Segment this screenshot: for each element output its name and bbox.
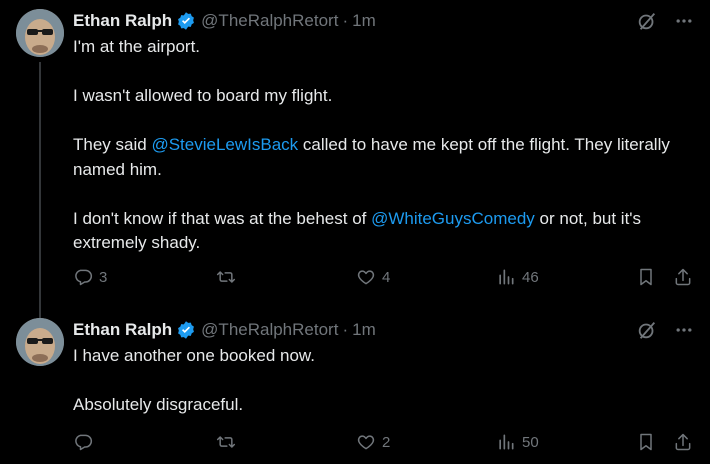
view-count: 50 [522, 433, 539, 451]
tweet-top-actions [636, 319, 694, 341]
reply-button[interactable] [73, 432, 99, 452]
tweet-text: I'm at the airport. I wasn't allowed to … [73, 35, 683, 256]
bookmark-icon [640, 433, 652, 451]
like-button[interactable]: 2 [356, 432, 390, 452]
tweet[interactable]: Ethan Ralph @TheRalphRetort · 1m I have … [0, 310, 710, 464]
repost-icon [216, 436, 236, 448]
view-count: 46 [522, 268, 539, 286]
more-icon[interactable] [674, 11, 694, 31]
share-icon [675, 268, 691, 286]
bookmark-icon [640, 268, 652, 286]
author-handle[interactable]: @TheRalphRetort [201, 11, 338, 31]
text-fragment: They said [73, 135, 152, 154]
like-icon [357, 435, 375, 450]
grok-icon[interactable] [636, 319, 658, 341]
like-icon [357, 270, 375, 285]
tweet-top-actions [636, 10, 694, 32]
views-icon [499, 434, 514, 450]
timestamp[interactable]: 1m [352, 320, 376, 340]
thread-line [39, 62, 41, 318]
reply-icon [75, 434, 93, 451]
tweet[interactable]: Ethan Ralph @TheRalphRetort · 1m I'm at … [0, 0, 710, 318]
like-button[interactable]: 4 [356, 267, 390, 287]
timestamp[interactable]: 1m [352, 11, 376, 31]
views-icon [499, 269, 514, 285]
views-button[interactable]: 46 [496, 267, 539, 287]
tweet-paragraph: I have another one booked now. [73, 346, 315, 365]
reply-count: 3 [99, 268, 108, 286]
tweet-actions: 3 4 46 [73, 267, 693, 291]
tweet-paragraph: I wasn't allowed to board my flight. [73, 86, 333, 105]
bookmark-button[interactable] [636, 432, 656, 452]
separator-dot: · [342, 320, 349, 339]
tweet-header: Ethan Ralph @TheRalphRetort · 1m [73, 10, 376, 32]
like-count: 4 [382, 268, 391, 286]
bookmark-button[interactable] [636, 267, 656, 287]
tweet-paragraph: They said @StevieLewIsBack called to hav… [73, 133, 683, 182]
avatar[interactable] [16, 318, 64, 366]
grok-icon[interactable] [636, 10, 658, 32]
reply-icon [75, 269, 93, 286]
reply-button[interactable]: 3 [73, 267, 107, 287]
author-name[interactable]: Ethan Ralph [73, 11, 172, 31]
tweet-paragraph: Absolutely disgraceful. [73, 395, 244, 414]
separator-dot: · [342, 11, 349, 30]
tweet-header: Ethan Ralph @TheRalphRetort · 1m [73, 319, 376, 341]
views-button[interactable]: 50 [496, 432, 539, 452]
tweet-paragraph: I don't know if that was at the behest o… [73, 207, 683, 256]
mention-link[interactable]: @StevieLewIsBack [151, 135, 298, 154]
mention-link[interactable]: @WhiteGuysComedy [371, 209, 535, 228]
share-icon [675, 433, 691, 451]
tweet-paragraph: I'm at the airport. [73, 37, 201, 56]
share-button[interactable] [673, 432, 693, 452]
author-handle[interactable]: @TheRalphRetort [201, 320, 338, 340]
verified-badge-icon[interactable] [176, 320, 196, 340]
repost-button[interactable] [216, 432, 242, 452]
tweet-text: I have another one booked now. Absolutel… [73, 344, 683, 418]
text-fragment: I don't know if that was at the behest o… [73, 208, 372, 228]
verified-badge-icon[interactable] [176, 11, 196, 31]
tweet-actions: 2 50 [73, 432, 693, 456]
author-name[interactable]: Ethan Ralph [73, 320, 172, 340]
repost-button[interactable] [216, 267, 242, 287]
like-count: 2 [382, 433, 391, 451]
more-icon[interactable] [674, 320, 694, 340]
share-button[interactable] [673, 267, 693, 287]
avatar[interactable] [16, 9, 64, 57]
repost-icon [216, 271, 236, 283]
